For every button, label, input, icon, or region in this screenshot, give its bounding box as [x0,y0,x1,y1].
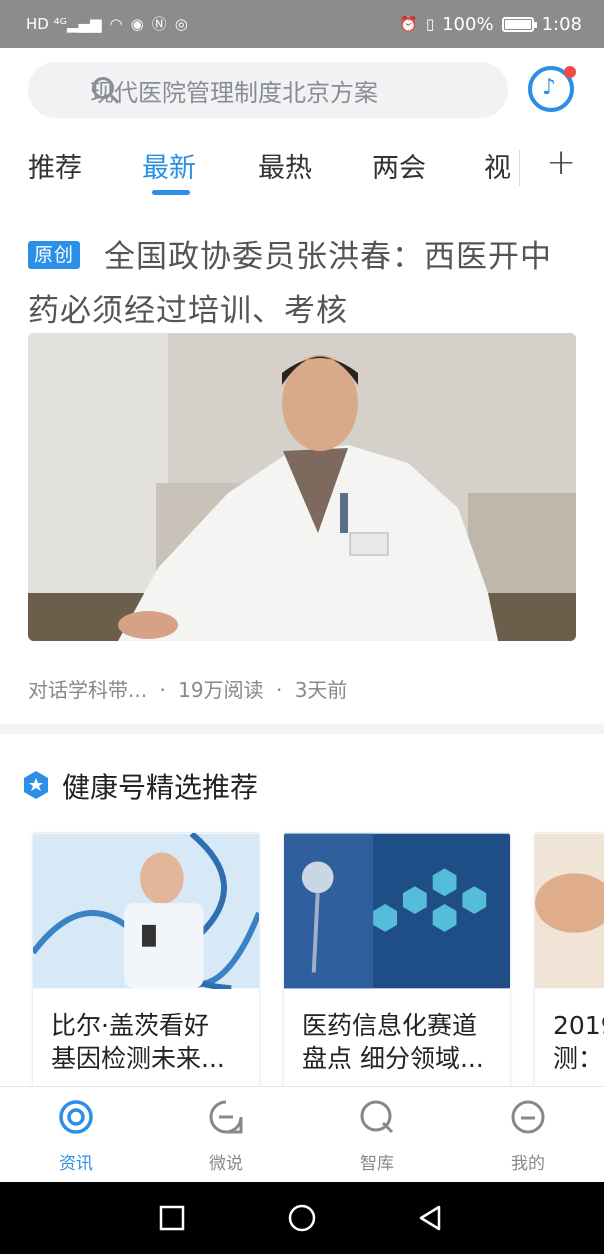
card-image-medical-tech [284,833,510,989]
music-button[interactable]: ♪ [528,66,576,112]
doctor-photo-illustration [28,333,576,641]
health-recommend-section: 健康号精选推荐 比尔·盖茨看好 基因检测未来... 医药信息化赛道 盘点 细分领… [0,734,604,1086]
vpn-icon: ◎ [174,14,188,33]
back-icon[interactable] [414,1202,446,1234]
nfc-icon: Ⓝ [151,14,167,33]
news-icon [59,1100,93,1134]
nav-weishuo[interactable]: 微说 [186,1099,266,1174]
search-placeholder: 现代医院管理制度北京方案 [90,78,378,107]
card-image-genetics [33,833,259,992]
add-tab-icon[interactable]: + [546,142,576,183]
search-input[interactable]: 现代医院管理制度北京方案 [28,62,508,118]
clock: 1:08 [541,13,582,35]
tab-two-sessions[interactable]: 两会 [372,146,426,185]
vibrate-icon: ▯ [425,14,435,33]
article-title-block[interactable]: 原创 全国政协委员张洪春：西医开中药必须经过培训、考核 [28,230,578,338]
card-title: 比尔·盖茨看好 基因检测未来... [51,1011,225,1073]
bottom-nav: 资讯 微说 智库 我的 [0,1086,604,1182]
article-time: 3天前 [294,678,348,702]
article-title[interactable]: 全国政协委员张洪春：西医开中药必须经过培训、考核 [28,239,552,329]
card-image-partial [535,833,604,989]
wifi-icon: ◠ [109,14,123,33]
card-title: 医药信息化赛道 盘点 细分领域... [302,1011,484,1073]
chat-icon [209,1100,243,1134]
nav-label: 微说 [209,1154,243,1174]
nav-news[interactable]: 资讯 [36,1099,116,1174]
active-tab-indicator [152,190,190,195]
health-card[interactable]: 比尔·盖茨看好 基因检测未来... [32,832,260,1086]
nav-label: 我的 [511,1154,545,1174]
recents-icon[interactable] [156,1202,188,1234]
tab-video[interactable]: 视 [484,146,511,185]
tab-latest[interactable]: 最新 [142,146,196,185]
category-tabs: 推荐 最新 最热 两会 视 + [0,142,604,200]
home-icon[interactable] [286,1202,318,1234]
card-title: 2019 测： [553,1011,604,1073]
nav-profile[interactable]: 我的 [488,1099,568,1174]
article-source[interactable]: 对话学科带... [28,678,147,702]
article-photo[interactable] [28,333,576,641]
health-card[interactable]: 医药信息化赛道 盘点 细分领域... [283,832,511,1086]
battery-icon [501,16,537,32]
hexagon-star-icon [24,771,48,799]
system-nav-bar [0,1182,604,1254]
article-meta: 对话学科带... · 19万阅读 · 3天前 [28,678,348,702]
health-card[interactable]: 2019 测： [534,832,604,1086]
notification-dot [564,66,576,78]
alarm-icon: ⏰ [399,14,418,33]
status-bar: HD ⁴ᴳ▂▄▆ ◠ ◉ Ⓝ ◎ ⏰ ▯ 100% 1:08 [0,0,604,48]
tab-recommend[interactable]: 推荐 [28,146,82,185]
section-title: 健康号精选推荐 [62,771,259,804]
eye-icon: ◉ [130,14,144,33]
tab-hot[interactable]: 最热 [258,146,312,185]
music-note-icon: ♪ [542,75,557,100]
nav-label: 资讯 [59,1154,93,1174]
battery-percent: 100% [442,13,494,35]
tab-divider [519,150,520,186]
app-header: 现代医院管理制度北京方案 ♪ 推荐 最新 最热 两会 视 + [0,48,604,200]
article-reads: 19万阅读 [178,678,264,702]
status-icons-right: ⏰ ▯ 100% 1:08 [399,14,582,35]
profile-icon [511,1100,545,1134]
status-icons-left: HD ⁴ᴳ▂▄▆ ◠ ◉ Ⓝ ◎ [26,14,188,33]
search-icon [92,77,114,99]
nav-zhiku[interactable]: 智库 [337,1099,417,1174]
hd-signal-icon: HD ⁴ᴳ▂▄▆ [26,14,102,33]
original-badge: 原创 [28,240,81,269]
search-q-icon [360,1100,394,1134]
article-card[interactable]: 原创 全国政协委员张洪春：西医开中药必须经过培训、考核 对话学科带... · 19… [0,200,604,724]
nav-label: 智库 [360,1154,394,1174]
